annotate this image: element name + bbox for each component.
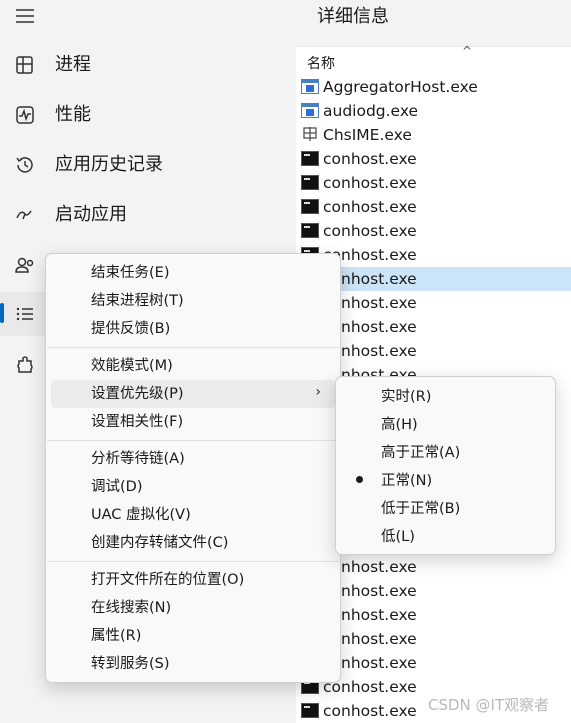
menu-item-label: 效能模式(M) bbox=[91, 358, 173, 374]
page-title: 详细信息 bbox=[317, 6, 389, 27]
console-app-icon bbox=[301, 175, 319, 190]
process-name: conhost.exe bbox=[323, 150, 417, 168]
menu-item-label: UAC 虚拟化(V) bbox=[91, 507, 191, 523]
properties-item[interactable]: 属性(R) bbox=[51, 622, 335, 650]
provide-feedback-item[interactable]: 提供反馈(B) bbox=[51, 315, 335, 343]
chevron-right-icon: › bbox=[315, 384, 321, 400]
processes-icon bbox=[13, 53, 37, 77]
menu-item-label: 调试(D) bbox=[91, 479, 143, 495]
watermark: CSDN @IT观察者 bbox=[428, 696, 550, 714]
menu-item-label: 打开文件所在的位置(O) bbox=[91, 572, 245, 588]
table-row[interactable]: audiodg.exe bbox=[296, 99, 571, 123]
sidebar-item-label: 进程 bbox=[55, 54, 91, 75]
submenu-item-label: 正常(N) bbox=[381, 473, 433, 489]
sidebar-item-performance[interactable]: 性能 bbox=[0, 93, 296, 137]
table-row[interactable]: conhost.exe bbox=[296, 219, 571, 243]
priority-submenu: 实时(R) 高(H) 高于正常(A) 正常(N) 低于正常(B) 低(L) bbox=[335, 376, 556, 555]
priority-below-normal-item[interactable]: 低于正常(B) bbox=[341, 495, 550, 523]
menu-separator bbox=[47, 561, 339, 562]
priority-low-item[interactable]: 低(L) bbox=[341, 523, 550, 551]
column-header-name[interactable]: 名称 ^ bbox=[296, 44, 571, 74]
end-process-tree-item[interactable]: 结束进程树(T) bbox=[51, 287, 335, 315]
menu-item-label: 结束任务(E) bbox=[91, 265, 170, 281]
console-app-icon bbox=[301, 199, 319, 214]
process-name: audiodg.exe bbox=[323, 102, 419, 120]
process-name: conhost.exe bbox=[323, 702, 417, 720]
users-icon bbox=[13, 253, 37, 277]
create-dump-file-item[interactable]: 创建内存转储文件(C) bbox=[51, 529, 335, 557]
process-name: ChsIME.exe bbox=[323, 126, 412, 144]
app-history-icon bbox=[13, 153, 37, 177]
process-name: conhost.exe bbox=[323, 198, 417, 216]
priority-normal-item[interactable]: 正常(N) bbox=[341, 467, 550, 495]
ime-app-icon bbox=[301, 127, 319, 142]
priority-realtime-item[interactable]: 实时(R) bbox=[341, 383, 550, 411]
menu-item-label: 设置优先级(P) bbox=[91, 386, 184, 402]
efficiency-mode-item[interactable]: 效能模式(M) bbox=[51, 352, 335, 380]
submenu-item-label: 低于正常(B) bbox=[381, 501, 461, 517]
startup-apps-icon bbox=[13, 203, 37, 227]
details-header: 详细信息 bbox=[296, 0, 571, 46]
table-row[interactable]: conhost.exe bbox=[296, 171, 571, 195]
window-app-icon bbox=[301, 103, 319, 118]
sidebar-item-label: 启动应用 bbox=[55, 204, 127, 225]
menu-item-label: 分析等待链(A) bbox=[91, 451, 185, 467]
priority-high-item[interactable]: 高(H) bbox=[341, 411, 550, 439]
process-name: conhost.exe bbox=[323, 174, 417, 192]
priority-above-normal-item[interactable]: 高于正常(A) bbox=[341, 439, 550, 467]
menu-item-label: 提供反馈(B) bbox=[91, 321, 171, 337]
submenu-item-label: 低(L) bbox=[381, 529, 415, 545]
menu-item-label: 属性(R) bbox=[91, 628, 142, 644]
menu-item-label: 在线搜索(N) bbox=[91, 600, 172, 616]
submenu-item-label: 高于正常(A) bbox=[381, 445, 461, 461]
menu-item-label: 结束进程树(T) bbox=[91, 293, 184, 309]
console-app-icon bbox=[301, 151, 319, 166]
menu-separator bbox=[47, 440, 339, 441]
uac-virtualization-item[interactable]: UAC 虚拟化(V) bbox=[51, 501, 335, 529]
sidebar-item-app-history[interactable]: 应用历史记录 bbox=[0, 143, 296, 187]
process-name: conhost.exe bbox=[323, 222, 417, 240]
menu-separator bbox=[47, 347, 339, 348]
menu-item-label: 创建内存转储文件(C) bbox=[91, 535, 229, 551]
selected-bullet-icon bbox=[356, 476, 363, 483]
submenu-item-label: 高(H) bbox=[381, 417, 418, 433]
table-row[interactable]: ChsIME.exe bbox=[296, 123, 571, 147]
performance-icon bbox=[13, 103, 37, 127]
process-name: AggregatorHost.exe bbox=[323, 78, 478, 96]
menu-item-label: 转到服务(S) bbox=[91, 656, 170, 672]
details-icon bbox=[13, 302, 37, 326]
set-priority-item[interactable]: 设置优先级(P) › bbox=[51, 380, 335, 408]
sidebar-item-processes[interactable]: 进程 bbox=[0, 43, 296, 87]
context-menu: 结束任务(E) 结束进程树(T) 提供反馈(B) 效能模式(M) 设置优先级(P) › 设置… bbox=[45, 253, 341, 683]
console-app-icon bbox=[301, 703, 319, 718]
analyze-wait-chain-item[interactable]: 分析等待链(A) bbox=[51, 445, 335, 473]
sort-ascending-icon: ^ bbox=[462, 44, 473, 58]
sidebar-item-startup-apps[interactable]: 启动应用 bbox=[0, 193, 296, 237]
go-to-services-item[interactable]: 转到服务(S) bbox=[51, 650, 335, 678]
menu-item-label: 设置相关性(F) bbox=[91, 414, 184, 430]
end-task-item[interactable]: 结束任务(E) bbox=[51, 259, 335, 287]
window-app-icon bbox=[301, 79, 319, 94]
hamburger-menu-icon[interactable] bbox=[14, 6, 38, 26]
debug-item[interactable]: 调试(D) bbox=[51, 473, 335, 501]
table-row[interactable]: conhost.exe bbox=[296, 147, 571, 171]
search-online-item[interactable]: 在线搜索(N) bbox=[51, 594, 335, 622]
console-app-icon bbox=[301, 223, 319, 238]
services-icon bbox=[13, 353, 37, 377]
column-header-label: 名称 bbox=[307, 56, 335, 72]
open-file-location-item[interactable]: 打开文件所在的位置(O) bbox=[51, 566, 335, 594]
sidebar-item-label: 应用历史记录 bbox=[55, 154, 163, 175]
table-row[interactable]: conhost.exe bbox=[296, 195, 571, 219]
table-row[interactable]: AggregatorHost.exe bbox=[296, 75, 571, 99]
sidebar-item-label: 性能 bbox=[55, 104, 91, 125]
set-affinity-item[interactable]: 设置相关性(F) bbox=[51, 408, 335, 436]
submenu-item-label: 实时(R) bbox=[381, 389, 432, 405]
